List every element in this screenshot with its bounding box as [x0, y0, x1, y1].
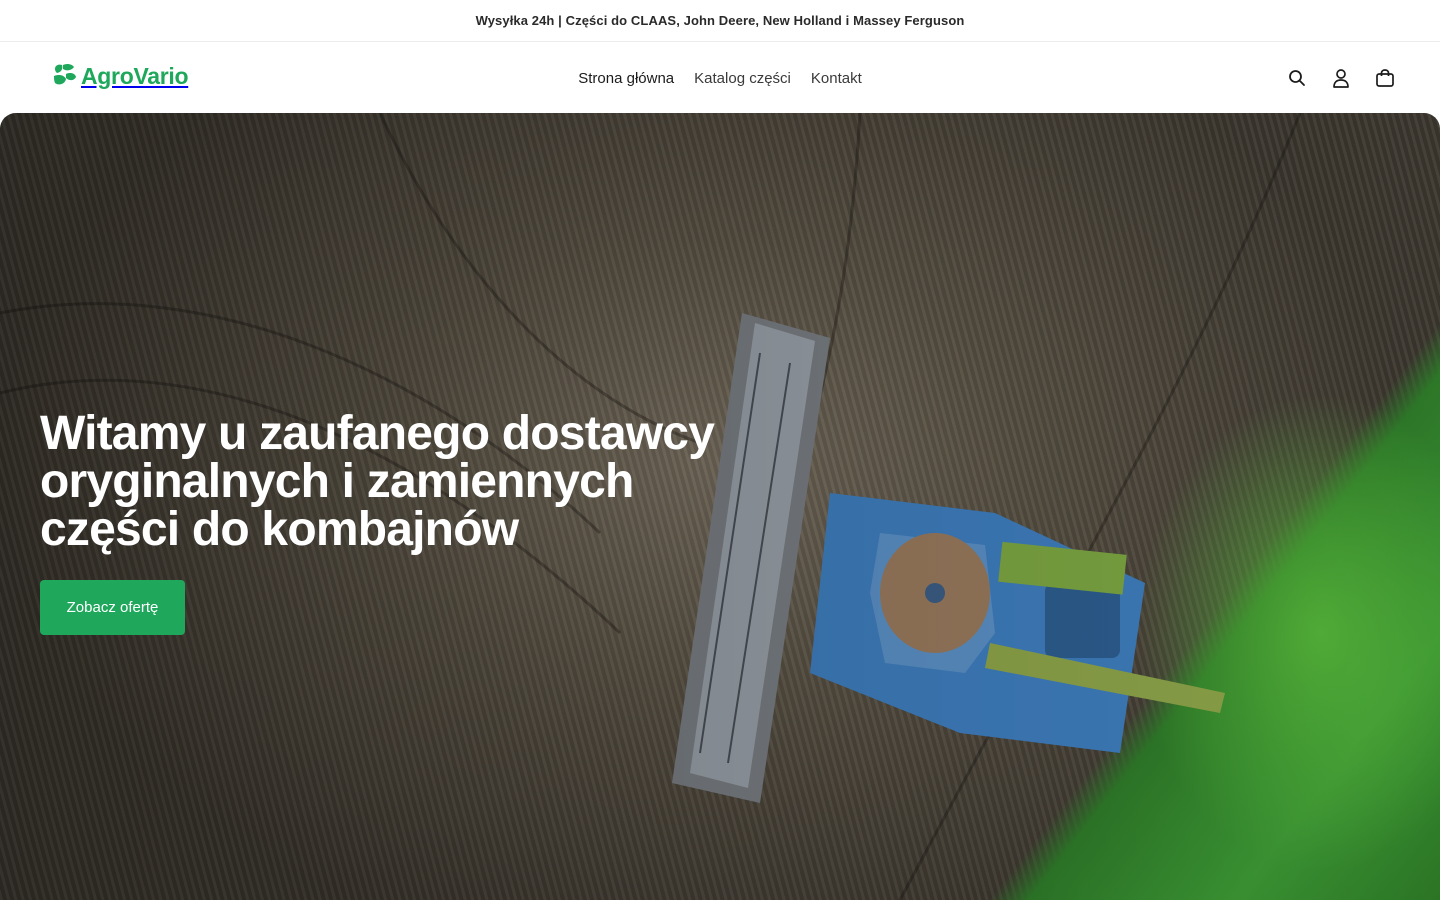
header-icons — [1286, 67, 1396, 89]
cart-icon[interactable] — [1374, 67, 1396, 89]
main-nav: Strona główna Katalog części Kontakt — [0, 43, 1440, 113]
hero-banner: Witamy u zaufanego dostawcy oryginalnych… — [0, 113, 1440, 900]
nav-item-home[interactable]: Strona główna — [578, 70, 674, 87]
nav-item-catalog[interactable]: Katalog części — [694, 70, 791, 87]
view-offer-button[interactable]: Zobacz ofertę — [40, 580, 185, 635]
site-header: AgroVario Strona główna Katalog części K… — [0, 43, 1440, 113]
hero-title: Witamy u zaufanego dostawcy oryginalnych… — [40, 407, 715, 556]
leaf-logo-icon — [54, 63, 76, 85]
announcement-bar: Wysyłka 24h | Części do CLAAS, John Deer… — [0, 0, 1440, 42]
logo[interactable]: AgroVario — [53, 62, 189, 90]
logo-text: AgroVario — [81, 62, 189, 89]
announcement-text: Wysyłka 24h | Części do CLAAS, John Deer… — [475, 13, 965, 28]
account-icon[interactable] — [1330, 67, 1352, 89]
hero-content: Witamy u zaufanego dostawcy oryginalnych… — [40, 410, 760, 635]
search-icon[interactable] — [1286, 67, 1308, 89]
nav-item-contact[interactable]: Kontakt — [811, 70, 862, 87]
